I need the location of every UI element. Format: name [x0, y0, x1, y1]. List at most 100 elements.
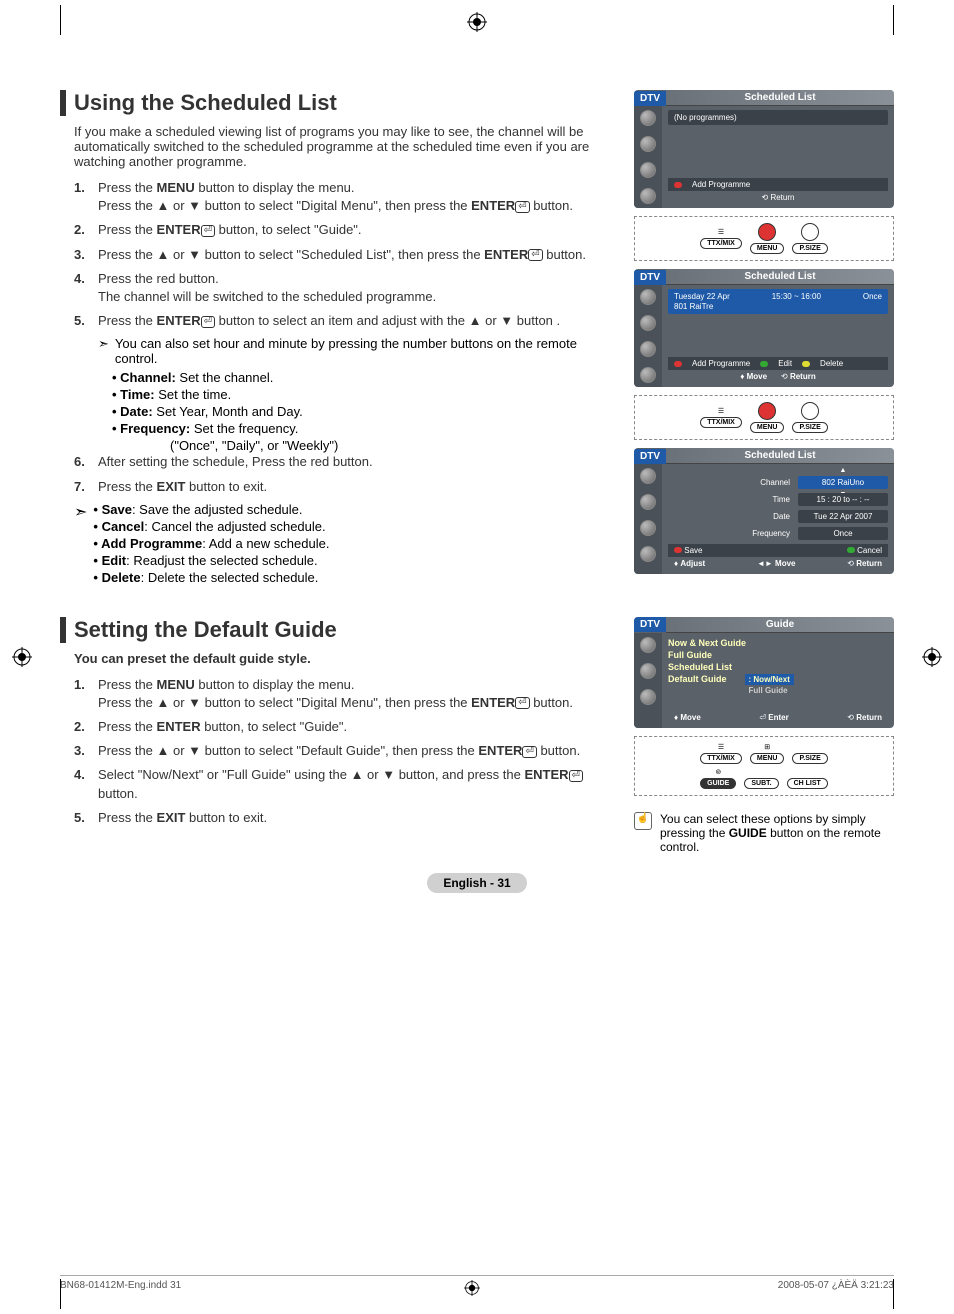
- guide-menu-item: Full Guide: [668, 649, 888, 661]
- edit-label: Edit: [778, 359, 792, 368]
- remote-guide-button: GUIDE: [700, 778, 736, 789]
- panel-footer: Add Programme: [668, 178, 888, 191]
- settings-icon: [640, 689, 656, 705]
- remote-red-button: [758, 402, 776, 420]
- panel-footer-bottom: ♦ Move⟲ Return: [668, 370, 888, 383]
- add-programme-label: Add Programme: [692, 180, 750, 189]
- adjust-label: Adjust: [680, 559, 705, 568]
- move-label: Move: [680, 713, 700, 722]
- dtv-panel-listed: DTVScheduled List Tuesday 22 Apr 15:30 ~…: [634, 269, 894, 387]
- field-label-channel: Channel: [740, 478, 790, 487]
- remote-strip: ☰TTX/MIX MENU P.SIZE: [634, 216, 894, 261]
- intro-text: If you make a scheduled viewing list of …: [74, 124, 614, 169]
- panel-title: Guide: [666, 617, 894, 633]
- bullet-item: Frequency: Set the frequency.: [112, 421, 614, 436]
- additional-item: Cancel: Cancel the adjusted schedule.: [93, 519, 329, 534]
- row-channel: 801 RaiTre: [674, 302, 882, 311]
- channel-icon: [640, 315, 656, 331]
- globe-icon: [640, 637, 656, 653]
- step-item: 3.Press the ▲ or ▼ button to select "Def…: [74, 742, 614, 760]
- remote-menu-button: MENU: [750, 422, 785, 433]
- dtv-side-icons: [634, 285, 662, 387]
- panel-footer: Save Cancel: [668, 544, 888, 557]
- panel-title: Scheduled List: [666, 448, 894, 464]
- return-label: Return: [856, 713, 882, 722]
- remote-menu-button: MENU: [750, 753, 785, 764]
- step-item: 3.Press the ▲ or ▼ button to select "Sch…: [74, 246, 614, 264]
- no-programmes-text: (No programmes): [668, 110, 888, 125]
- panel-footer-bottom: ⟲ Return: [668, 191, 888, 204]
- intro-text: You can preset the default guide style.: [74, 651, 614, 666]
- settings-icon: [640, 520, 656, 536]
- delete-label: Delete: [820, 359, 843, 368]
- globe-icon: [640, 110, 656, 126]
- guide-menu-item: Scheduled List: [668, 661, 888, 673]
- side-note: ☝ You can select these options by simply…: [634, 812, 894, 854]
- crop-mark: [893, 1279, 894, 1309]
- registration-mark-icon: [922, 647, 942, 667]
- dtv-panel-guide: DTVGuide Now & Next GuideFull GuideSched…: [634, 617, 894, 728]
- return-label: Return: [790, 372, 816, 381]
- dtv-side-icons: [634, 464, 662, 574]
- additional-item: Add Programme: Add a new schedule.: [93, 536, 329, 551]
- field-label-time: Time: [740, 495, 790, 504]
- registration-mark-icon: [464, 1280, 480, 1296]
- remote-chlist-button: CH LIST: [787, 778, 828, 789]
- sub-note: ➣ You can also set hour and minute by pr…: [98, 336, 614, 366]
- bullet-list: Channel: Set the channel. Time: Set the t…: [112, 370, 614, 436]
- additional-item: Delete: Delete the selected schedule.: [93, 570, 329, 585]
- return-label: Return: [856, 559, 882, 568]
- row-freq: Once: [863, 292, 882, 301]
- panel-footer-bottom: ♦ Move ⏎ Enter ⟲ Return: [668, 711, 888, 724]
- guide-menu-item: Now & Next Guide: [668, 637, 888, 649]
- steps-list: 1.Press the MENU button to display the m…: [74, 179, 614, 330]
- registration-mark-icon: [467, 12, 487, 32]
- add-programme-label: Add Programme: [692, 359, 750, 368]
- field-value-date: Tue 22 Apr 2007: [798, 510, 888, 523]
- language-icon: [640, 188, 656, 204]
- panel-title: Scheduled List: [666, 90, 894, 106]
- dtv-panel-empty: DTVScheduled List (No programmes) Add Pr…: [634, 90, 894, 208]
- cancel-label: Cancel: [857, 546, 882, 555]
- dtv-side-icons: [634, 106, 662, 208]
- crop-mark: [60, 5, 61, 35]
- remote-round-button: [801, 223, 819, 241]
- red-dot-icon: [674, 182, 682, 188]
- remote-subt-button: SUBT.: [744, 778, 778, 789]
- steps-list: 6.After setting the schedule, Press the …: [74, 453, 614, 495]
- remote-ttx-button: TTX/MIX: [700, 417, 742, 428]
- field-value-channel: ▲802 RaiUno▼: [798, 476, 888, 489]
- remote-strip: ☰TTX/MIX ⊞MENU P.SIZE ⊚GUIDE SUBT. CH LI…: [634, 736, 894, 796]
- remote-ttx-button: TTX/MIX: [700, 238, 742, 249]
- crop-mark: [893, 5, 894, 35]
- dtv-tag: DTV: [634, 91, 666, 106]
- dtv-side-icons: [634, 633, 662, 728]
- page-number: English - 31: [60, 874, 894, 892]
- steps-list: 1.Press the MENU button to display the m…: [74, 676, 614, 827]
- section-scheduled-list: Using the Scheduled List If you make a s…: [60, 90, 894, 587]
- remote-strip: ☰TTX/MIX MENU P.SIZE: [634, 395, 894, 440]
- guide-selected-option: : Now/Next: [745, 674, 794, 685]
- remote-ttx-button: TTX/MIX: [700, 753, 742, 764]
- side-note-text: You can select these options by simply p…: [660, 812, 894, 854]
- remote-psize-button: P.SIZE: [792, 422, 827, 433]
- globe-icon: [640, 289, 656, 305]
- dtv-panel-edit: DTVScheduled List Channel▲802 RaiUno▼ Ti…: [634, 448, 894, 574]
- yellow-dot-icon: [802, 361, 810, 367]
- remote-psize-button: P.SIZE: [792, 753, 827, 764]
- step-item: 5.Press the ENTER⏎ button to select an i…: [74, 312, 614, 330]
- green-dot-icon: [847, 547, 855, 553]
- bullet-item: Channel: Set the channel.: [112, 370, 614, 385]
- remote-round-button: [801, 402, 819, 420]
- step-item: 5.Press the EXIT button to exit.: [74, 809, 614, 827]
- step-item: 1.Press the MENU button to display the m…: [74, 179, 614, 215]
- return-label: Return: [770, 193, 794, 202]
- field-value-frequency: Once: [798, 527, 888, 540]
- settings-icon: [640, 162, 656, 178]
- step-item: 4.Select "Now/Next" or "Full Guide" usin…: [74, 766, 614, 802]
- move-label: Move: [747, 372, 767, 381]
- field-label-date: Date: [740, 512, 790, 521]
- bullet-item: Time: Set the time.: [112, 387, 614, 402]
- section-default-guide: Setting the Default Guide You can preset…: [60, 617, 894, 854]
- section-title: Setting the Default Guide: [60, 617, 614, 643]
